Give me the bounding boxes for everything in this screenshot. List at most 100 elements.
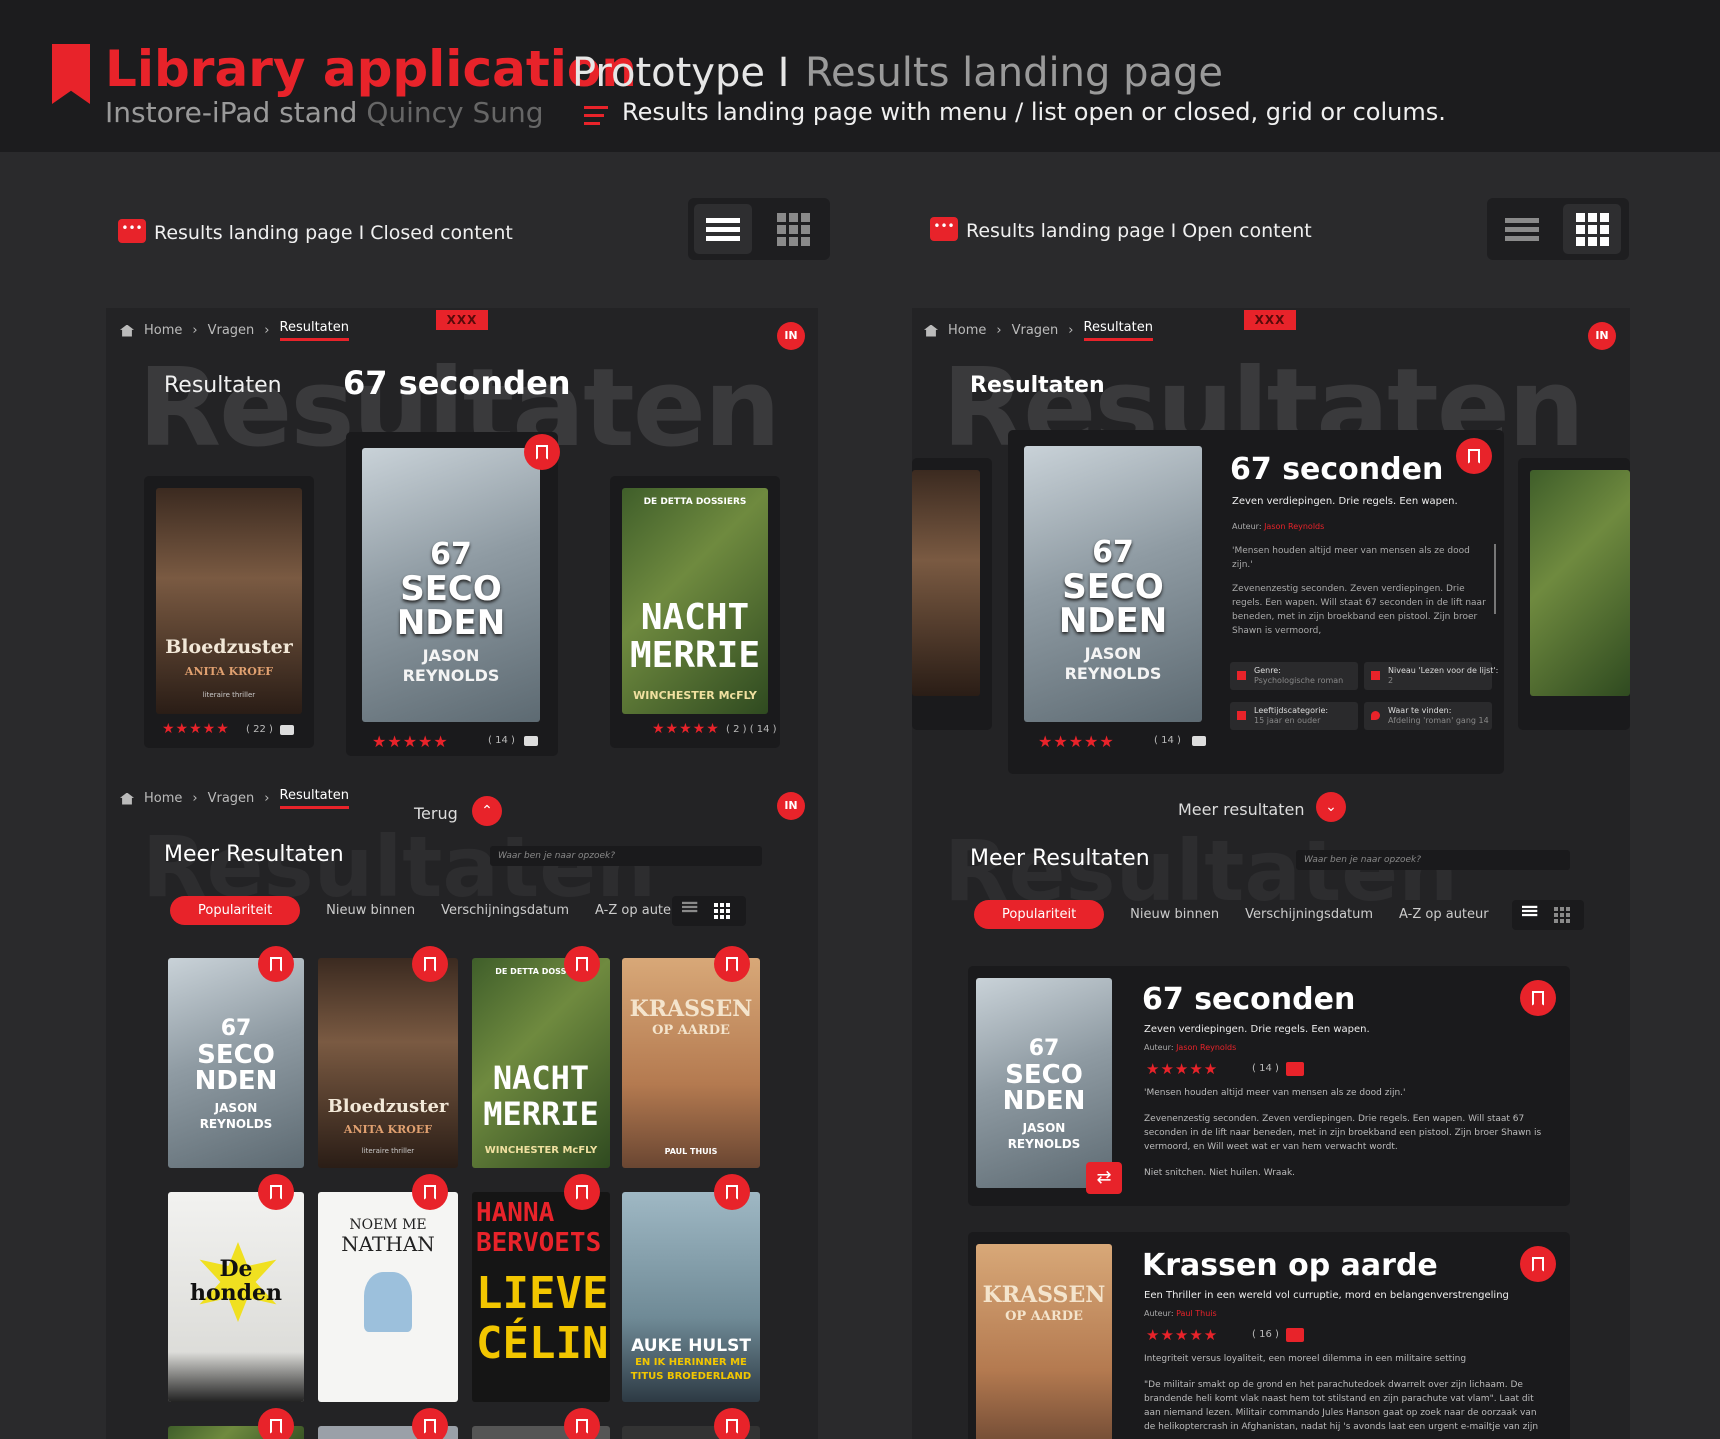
comment-icon[interactable] [1286, 1328, 1304, 1342]
bookmark-button[interactable] [564, 1408, 600, 1439]
bookmark-icon [270, 956, 282, 972]
crumb-resultaten[interactable]: Resultaten [279, 320, 349, 341]
crumb-resultaten[interactable]: Resultaten [1083, 320, 1153, 341]
bookmark-button[interactable] [714, 1408, 750, 1439]
comment-icon[interactable] [1192, 736, 1206, 746]
book-card[interactable] [1518, 458, 1630, 730]
niveau-tag: Niveau 'Lezen voor de lijst': 2 [1364, 662, 1498, 690]
tab-datum[interactable]: Verschijningsdatum [1245, 907, 1373, 922]
grid-book[interactable]: 67 SECO NDEN JASON REYNOLDS [168, 958, 304, 1168]
expand-button[interactable]: ⌄ [1316, 792, 1346, 822]
app-title: Library application [105, 40, 637, 98]
bookmark-button[interactable] [412, 1408, 448, 1439]
list-icon[interactable] [682, 900, 698, 914]
list-icon[interactable] [1522, 904, 1538, 918]
tab-populariteit[interactable]: Populariteit [974, 900, 1105, 929]
list-view-button[interactable] [694, 204, 752, 254]
grid-book[interactable]: DE DETTA DOSSIERS NACHT MERRIE WINCHESTE… [472, 958, 610, 1168]
bookmark-icon [270, 1418, 282, 1434]
grid-icon [776, 212, 810, 246]
tab-nieuw[interactable]: Nieuw binnen [1130, 907, 1219, 922]
home-icon[interactable] [120, 792, 134, 805]
crumb-vragen[interactable]: Vragen [1012, 323, 1059, 338]
crumb-home[interactable]: Home [144, 323, 182, 338]
bookmark-button[interactable] [1520, 1246, 1556, 1282]
comment-icon[interactable] [280, 725, 294, 735]
bookmark-button[interactable] [258, 1174, 294, 1210]
grid-book[interactable]: AUKE HULST EN IK HERINNER ME TITUS BROED… [622, 1192, 760, 1402]
crumb-resultaten[interactable]: Resultaten [279, 788, 349, 809]
search-input[interactable]: Waar ben je naar opzoek? [1296, 850, 1570, 870]
bookmark-icon [726, 956, 738, 972]
detail-scroll-text[interactable]: 'Mensen houden altijd meer van mensen al… [1232, 544, 1490, 644]
page-name: Results landing page [805, 50, 1223, 96]
home-icon[interactable] [120, 324, 134, 337]
bookmark-button[interactable] [564, 1174, 600, 1210]
review-count: ( 14 ) [488, 735, 515, 746]
library-logo-icon[interactable]: IN [777, 322, 805, 350]
author-link[interactable]: Jason Reynolds [1264, 522, 1324, 531]
grid-view-button[interactable] [764, 204, 822, 254]
bookmark-icon [1468, 448, 1480, 464]
bookmark-button[interactable] [1520, 980, 1556, 1016]
sort-tabs: Populariteit Nieuw binnen Verschijningsd… [170, 896, 685, 925]
bookmark-button[interactable] [412, 1174, 448, 1210]
author-link[interactable]: Paul Thuis [1176, 1309, 1217, 1318]
library-logo-icon[interactable]: IN [1588, 322, 1616, 350]
book-card[interactable]: Bloedzuster ANITA KROEF literaire thrill… [144, 476, 314, 748]
grid-book[interactable]: De honden [168, 1192, 304, 1402]
crumb-vragen[interactable]: Vragen [208, 791, 255, 806]
bookmark-button[interactable] [524, 434, 560, 470]
grid-icon[interactable] [714, 903, 730, 919]
bookmark-button[interactable] [412, 946, 448, 982]
search-input[interactable]: Waar ben je naar opzoek? [490, 846, 762, 866]
more-results-title: Meer Resultaten [970, 846, 1150, 871]
scrollbar[interactable] [1494, 544, 1496, 614]
breadcrumb: Home › Vragen › Resultaten [924, 320, 1153, 341]
tab-nieuw[interactable]: Nieuw binnen [326, 903, 415, 918]
results-label: Resultaten [164, 373, 282, 398]
list-view-button[interactable] [1493, 204, 1551, 254]
featured-book-card[interactable]: 67 SECO NDEN JASON REYNOLDS ★★★★★ ( 14 ) [346, 432, 560, 756]
tab-datum[interactable]: Verschijningsdatum [441, 903, 569, 918]
bookmark-button[interactable] [714, 946, 750, 982]
chat-icon: ••• [118, 219, 146, 243]
tab-populariteit[interactable]: Populariteit [170, 896, 301, 925]
crumb-home[interactable]: Home [948, 323, 986, 338]
comment-icon[interactable] [1286, 1062, 1304, 1076]
crumb-home[interactable]: Home [144, 791, 182, 806]
crumb-vragen[interactable]: Vragen [208, 323, 255, 338]
library-logo-icon[interactable]: IN [777, 792, 805, 820]
comment-icon[interactable] [524, 736, 538, 746]
level-icon [1371, 671, 1380, 680]
more-results-title: Meer Resultaten [164, 842, 344, 867]
mini-view-toggle [672, 896, 746, 926]
auteur-line: Auteur: Jason Reynolds [1144, 1043, 1237, 1052]
grid-book[interactable]: KRASSEN OP AARDE PAUL THUIS [622, 958, 760, 1168]
grid-book[interactable]: HANNA BERVOETS LIEVE CÉLINE [472, 1192, 610, 1402]
list-item[interactable]: 67 SECO NDEN JASON REYNOLDS ⇄ 67 seconde… [968, 966, 1570, 1206]
grid-book[interactable]: NOEM ME NATHAN [318, 1192, 458, 1402]
grid-view-button[interactable] [1563, 204, 1621, 254]
bookmark-button[interactable] [714, 1174, 750, 1210]
right-panel: Home › Vragen › Resultaten XXX IN Resultat… [912, 308, 1630, 1439]
book-card[interactable] [912, 458, 992, 730]
home-icon[interactable] [924, 324, 938, 337]
bookmark-button[interactable] [258, 946, 294, 982]
author-link[interactable]: Jason Reynolds [1176, 1043, 1236, 1052]
bookmark-icon [1532, 990, 1544, 1006]
list-item[interactable]: KRASSEN OP AARDE Krassen op aarde Een Th… [968, 1232, 1570, 1439]
bookmark-button[interactable] [258, 1408, 294, 1439]
grid-book[interactable]: Bloedzuster ANITA KROEF literaire thrill… [318, 958, 458, 1168]
swap-icon[interactable]: ⇄ [1086, 1162, 1122, 1194]
left-panel: Home › Vragen › Resultaten XXX IN Resultat… [106, 308, 818, 1439]
book-card[interactable]: DE DETTA DOSSIERS NACHT MERRIE WINCHESTE… [610, 476, 780, 748]
tab-auteur[interactable]: A-Z op auteur [1399, 907, 1489, 922]
bookmark-icon [536, 444, 548, 460]
bookmark-button[interactable] [1456, 438, 1492, 474]
grid-icon [1575, 212, 1609, 246]
section-label-open: Results landing page I Open content [966, 220, 1312, 242]
detail-title: 67 seconden [1230, 452, 1444, 487]
bookmark-button[interactable] [564, 946, 600, 982]
grid-icon[interactable] [1554, 907, 1570, 923]
